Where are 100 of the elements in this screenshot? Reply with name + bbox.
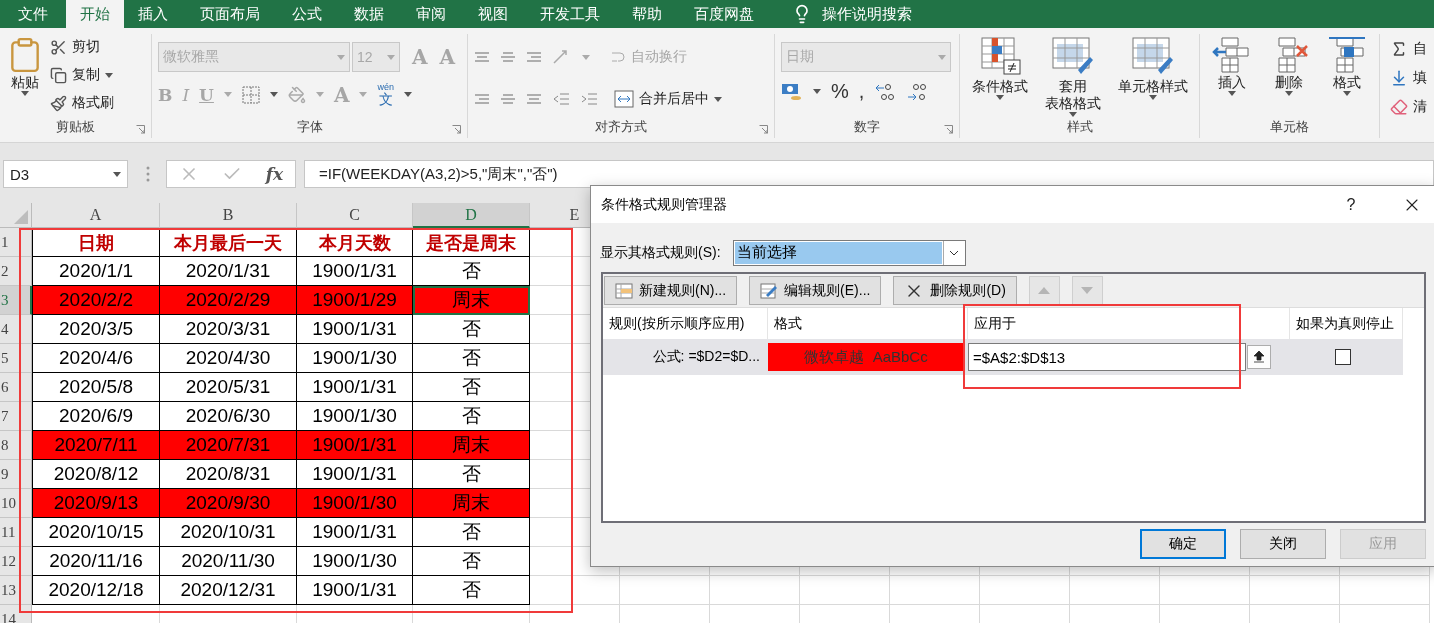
editing-button[interactable]: 清 [1390, 94, 1434, 120]
select-all-icon[interactable] [14, 210, 28, 224]
show-rules-field[interactable]: 当前选择 [732, 239, 966, 266]
caret-icon [113, 171, 121, 177]
row-header[interactable]: 4 [0, 315, 32, 344]
caret-icon [21, 91, 29, 96]
ribbon-tab[interactable]: 审阅 [402, 0, 460, 28]
stop-if-true-checkbox[interactable] [1334, 349, 1351, 365]
row-header[interactable]: 8 [0, 431, 32, 460]
caret-icon [995, 95, 1004, 100]
table-cell: 1900/1/31 [297, 576, 413, 605]
align-icon[interactable] [474, 93, 490, 105]
border-icon[interactable] [241, 85, 260, 104]
table-cell: 2020/12/31 [160, 576, 297, 605]
align-icon[interactable] [474, 51, 490, 63]
rule-row[interactable]: 公式: =$D2=$D... 微软卓越 AaBbCc =$A$2:$D$13 [603, 339, 1403, 375]
currency-icon[interactable] [781, 81, 803, 102]
clipboard-button[interactable]: 剪切 [50, 34, 114, 60]
ribbon-tab[interactable]: 视图 [464, 0, 522, 28]
table-cell: 2020/7/11 [32, 431, 160, 460]
group-title: 单元格 [1269, 118, 1310, 136]
table-cell: 否 [413, 315, 530, 344]
fill-bucket-icon[interactable] [287, 85, 306, 104]
table-cell: 1900/1/30 [297, 547, 413, 576]
dialog-button[interactable]: 关闭 [1240, 529, 1326, 559]
ribbon-tab[interactable]: 文件 [4, 0, 62, 28]
caret-icon [223, 92, 232, 97]
indent-icon[interactable] [580, 92, 598, 106]
row-header[interactable]: 6 [0, 373, 32, 402]
merge-icon [614, 90, 634, 108]
table-cell: 1900/1/30 [297, 489, 413, 518]
row-header[interactable]: 13 [0, 576, 32, 605]
header-cell: 本月天数 [297, 228, 413, 257]
edit-rule-button[interactable]: 编辑规则(E)... [749, 276, 882, 305]
group-title: 字体 [295, 118, 324, 136]
insert-function-button[interactable]: fx [265, 164, 284, 184]
caret-icon [359, 92, 368, 97]
row-header[interactable]: 2 [0, 257, 32, 286]
align-icon[interactable] [526, 93, 542, 105]
applies-to-field[interactable]: =$A$2:$D$13 [968, 343, 1246, 371]
ribbon-tab[interactable]: 数据 [340, 0, 398, 28]
style-button[interactable]: 单元格样式 [1117, 34, 1188, 100]
dialog-launcher-icon[interactable] [136, 125, 145, 134]
cells-button[interactable]: 格式 [1327, 34, 1368, 96]
comma-button[interactable]: , [858, 80, 865, 103]
merge-center-button[interactable]: 合并后居中 [614, 86, 722, 112]
decimal-decrease-icon[interactable] [906, 81, 929, 102]
editing-button[interactable]: 填 [1390, 65, 1434, 91]
row-header[interactable]: 11 [0, 518, 32, 547]
row-header[interactable]: 12 [0, 547, 32, 576]
row-header[interactable]: 3 [0, 286, 32, 315]
indent-icon[interactable] [552, 92, 570, 106]
row-header[interactable]: 1 [0, 228, 32, 257]
header-cell: 日期 [32, 228, 160, 257]
wrap-icon [610, 49, 626, 65]
percent-button[interactable]: % [831, 80, 849, 103]
ribbon-tab[interactable]: 开发工具 [526, 0, 614, 28]
align-icon[interactable] [500, 51, 516, 63]
help-button[interactable]: ? [1331, 195, 1371, 214]
ribbon-tab[interactable]: 百度网盘 [680, 0, 768, 28]
row-header[interactable]: 10 [0, 489, 32, 518]
table-cell: 周末 [413, 431, 530, 460]
ribbon-tab[interactable]: 公式 [278, 0, 336, 28]
align-icon[interactable] [500, 93, 516, 105]
cells-button[interactable]: 删除 [1269, 34, 1310, 96]
formula-field[interactable]: =IF(WEEKDAY(A3,2)>5,"周末","否") [304, 160, 1434, 188]
dialog-launcher-icon[interactable] [944, 125, 953, 134]
delete-rule-button[interactable]: 删除规则(D) [893, 276, 1017, 305]
range-select-button[interactable] [1247, 345, 1271, 369]
column-header[interactable]: B [160, 203, 297, 228]
table-cell: 否 [413, 547, 530, 576]
column-header[interactable]: D [413, 203, 530, 228]
dialog-launcher-icon[interactable] [452, 125, 461, 134]
search-tab[interactable]: 操作说明搜索 [792, 0, 912, 28]
ribbon-tab[interactable]: 开始 [66, 0, 124, 28]
cells-button[interactable]: 插入 [1211, 34, 1252, 96]
ribbon-tab[interactable]: 页面布局 [186, 0, 274, 28]
column-header[interactable]: A [32, 203, 160, 228]
editing-button[interactable]: 自 [1390, 36, 1434, 62]
ribbon-tab[interactable]: 插入 [124, 0, 182, 28]
phonetic-button[interactable]: wén 文 [377, 82, 394, 107]
caret-icon [1227, 91, 1236, 96]
row-header[interactable]: 9 [0, 460, 32, 489]
caret-icon [269, 92, 278, 97]
dialog-button[interactable]: 确定 [1140, 529, 1226, 559]
row-header[interactable]: 7 [0, 402, 32, 431]
clipboard-button[interactable]: 复制 [50, 62, 114, 88]
clipboard-button[interactable]: 格式刷 [50, 90, 114, 116]
style-button[interactable]: 套用 表格格式 [1044, 34, 1101, 117]
style-button[interactable]: 条件格式 [971, 34, 1028, 100]
align-icon[interactable] [526, 51, 542, 63]
new-rule-button[interactable]: 新建规则(N)... [604, 276, 738, 305]
row-header[interactable]: 14 [0, 605, 32, 623]
dialog-launcher-icon[interactable] [759, 125, 768, 134]
name-box[interactable]: D3 [3, 160, 128, 188]
row-header[interactable]: 5 [0, 344, 32, 373]
decimal-increase-icon[interactable] [874, 81, 897, 102]
paste-button[interactable]: 粘贴 [6, 34, 44, 96]
column-header[interactable]: C [297, 203, 413, 228]
ribbon-tab[interactable]: 帮助 [618, 0, 676, 28]
